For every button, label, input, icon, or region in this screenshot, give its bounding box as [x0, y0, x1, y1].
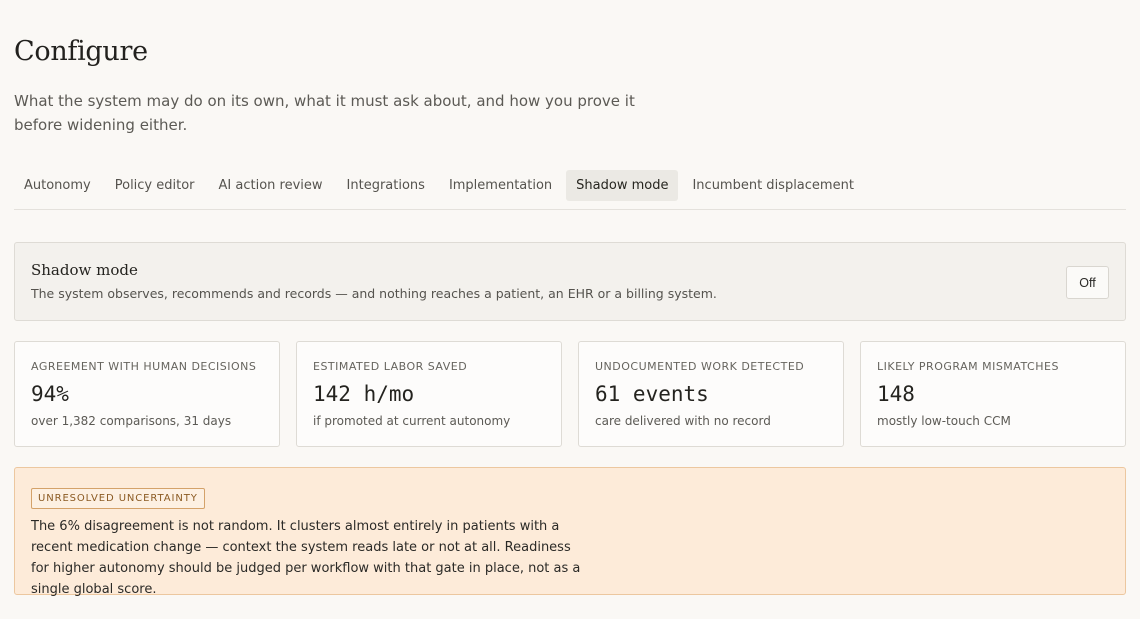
tab-ai-action-review[interactable]: AI action review: [209, 170, 333, 201]
metric-note: if promoted at current autonomy: [313, 414, 511, 428]
tab-policy-editor[interactable]: Policy editor: [105, 170, 205, 201]
tab-shadow-mode[interactable]: Shadow mode: [566, 170, 679, 201]
shadow-mode-title: Shadow mode: [31, 261, 138, 279]
tab-autonomy[interactable]: Autonomy: [14, 170, 101, 201]
metric-note: care delivered with no record: [595, 414, 771, 428]
metric-note: mostly low-touch CCM: [877, 414, 1011, 428]
metric-value: 61 events: [595, 382, 709, 406]
page-subtitle: What the system may do on its own, what …: [14, 92, 635, 134]
tab-implementation[interactable]: Implementation: [439, 170, 562, 201]
metric-card: Estimated labor saved 142 h/mo if promot…: [296, 341, 562, 447]
metrics-row: Agreement with human decisions 94% over …: [14, 341, 1126, 447]
metric-card: Undocumented work detected 61 events car…: [578, 341, 844, 447]
metric-label: Likely program mismatches: [877, 360, 1059, 373]
uncertainty-text: The 6% disagreement is not random. It cl…: [31, 519, 581, 597]
shadow-mode-toggle-button[interactable]: Off: [1066, 266, 1109, 299]
metric-note: over 1,382 comparisons, 31 days: [31, 414, 232, 428]
metric-value: 94%: [31, 382, 69, 406]
uncertainty-callout: Unresolved uncertainty The 6% disagreeme…: [14, 467, 1126, 597]
tab-bar: Autonomy Policy editor AI action review …: [14, 170, 1126, 210]
metric-label: Estimated labor saved: [313, 360, 468, 373]
page-title: Configure: [14, 36, 148, 67]
metric-card: Likely program mismatches 148 mostly low…: [860, 341, 1126, 447]
metric-label: Undocumented work detected: [595, 360, 805, 373]
shadow-mode-panel: Shadow mode The system observes, recomme…: [14, 242, 1126, 321]
tab-incumbent-displacement[interactable]: Incumbent displacement: [682, 170, 863, 201]
metric-label: Agreement with human decisions: [31, 360, 257, 373]
uncertainty-badge: Unresolved uncertainty: [31, 488, 205, 509]
metric-card: Agreement with human decisions 94% over …: [14, 341, 280, 447]
tab-integrations[interactable]: Integrations: [337, 170, 435, 201]
metric-value: 148: [877, 382, 915, 406]
shadow-mode-description: The system observes, recommends and reco…: [31, 286, 717, 301]
metric-value: 142 h/mo: [313, 382, 415, 406]
